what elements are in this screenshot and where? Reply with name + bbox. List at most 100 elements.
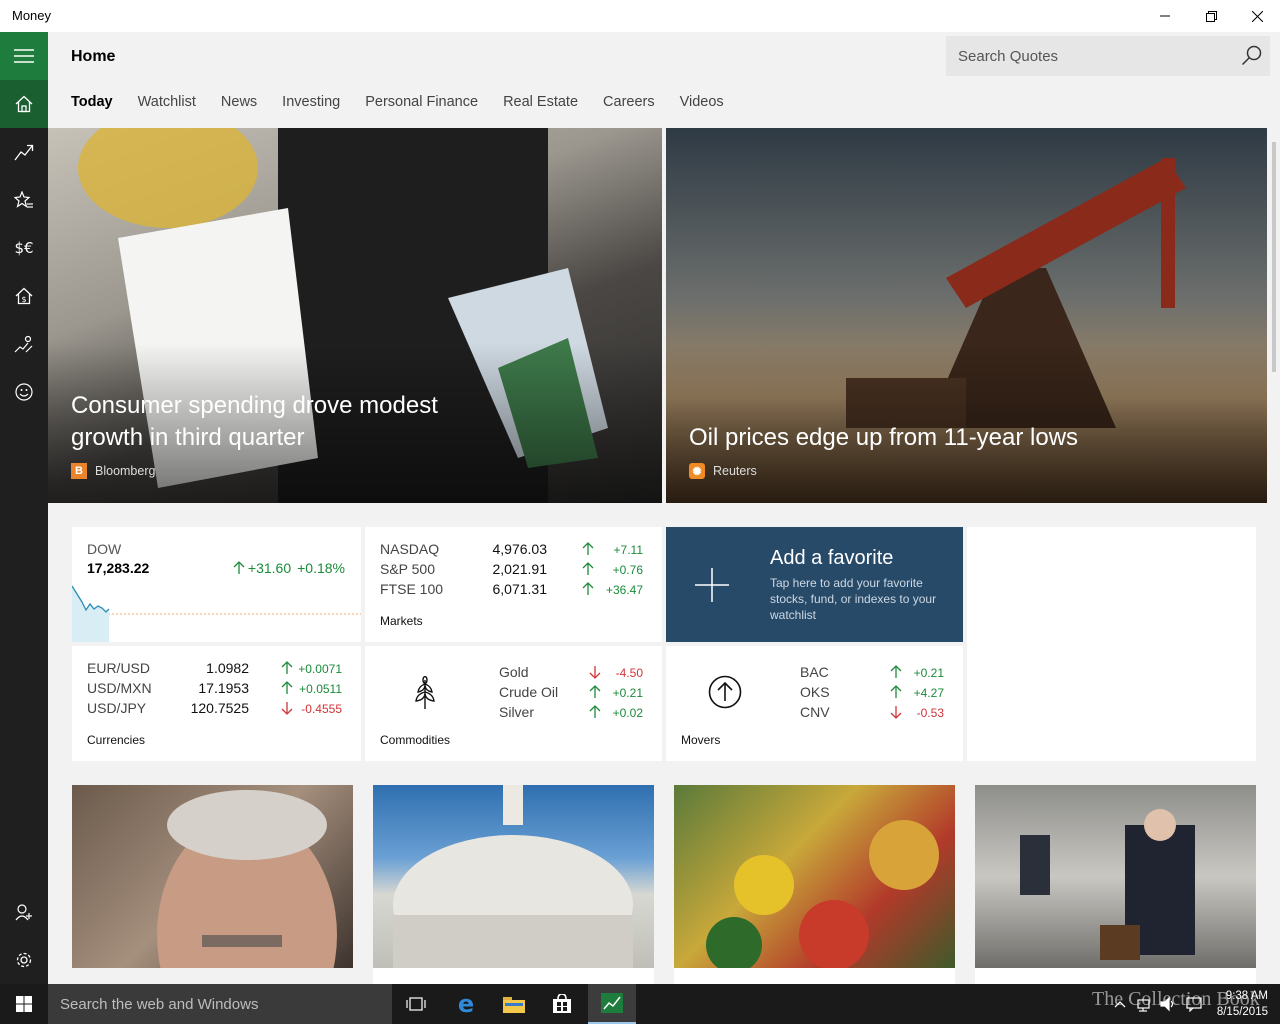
tab-news[interactable]: News xyxy=(221,94,257,110)
up-arrow-icon xyxy=(281,661,293,674)
start-button[interactable] xyxy=(0,984,48,1024)
markets-tile[interactable]: NASDAQ 4,976.03 +7.11 S&P 500 2,021.91 +… xyxy=(365,527,662,642)
store-button[interactable] xyxy=(538,984,586,1024)
restore-icon xyxy=(1205,10,1217,22)
mover-symbol: OKS xyxy=(800,684,830,700)
scrollbar-thumb[interactable] xyxy=(1272,142,1276,372)
file-explorer-button[interactable] xyxy=(490,984,538,1024)
watchlist-star-icon xyxy=(14,191,33,208)
search-button[interactable] xyxy=(1240,44,1264,68)
search-quotes-input[interactable] xyxy=(946,36,1236,76)
search-quotes-box xyxy=(946,36,1270,76)
commodities-tile[interactable]: Gold -4.50 Crude Oil +0.21 Silver +0.02 … xyxy=(365,646,662,761)
money-app-icon xyxy=(601,993,623,1013)
news-card-portrait[interactable] xyxy=(72,785,353,968)
commodity-change: +0.02 xyxy=(612,706,643,720)
up-arrow-icon xyxy=(582,582,594,595)
rail-item-currencies[interactable]: $€ xyxy=(0,224,48,272)
rail-item-retirement[interactable] xyxy=(0,320,48,368)
restore-button[interactable] xyxy=(1188,0,1234,32)
up-arrow-icon xyxy=(890,665,902,678)
retirement-icon xyxy=(14,335,33,353)
rail-item-feedback[interactable] xyxy=(0,368,48,416)
rail-item-settings[interactable] xyxy=(0,936,48,984)
tab-videos[interactable]: Videos xyxy=(680,94,724,110)
money-app-taskbar-button[interactable] xyxy=(588,984,636,1024)
dow-sparkline xyxy=(72,585,361,642)
market-value: 4,976.03 xyxy=(492,541,548,557)
news-card-capitol[interactable] xyxy=(373,785,654,968)
market-change: +7.11 xyxy=(613,543,643,557)
rail-item-mortgage[interactable]: $ xyxy=(0,272,48,320)
rail-item-home[interactable] xyxy=(0,80,48,128)
rail-item-account[interactable] xyxy=(0,888,48,936)
dow-change-percent: +0.18% xyxy=(297,560,345,576)
currency-rate: 17.1953 xyxy=(198,680,249,696)
news-card-businessmen[interactable] xyxy=(975,785,1256,968)
up-arrow-icon xyxy=(589,705,601,718)
tab-investing[interactable]: Investing xyxy=(282,94,340,110)
tab-today[interactable]: Today xyxy=(71,94,113,110)
market-value: 6,071.31 xyxy=(492,581,548,597)
hamburger-menu-icon xyxy=(14,49,34,63)
show-hidden-icons-icon[interactable] xyxy=(1112,996,1128,1012)
navigation-rail: $€ $ xyxy=(0,32,48,984)
clock-date: 8/15/2015 xyxy=(1216,1006,1268,1018)
favorite-title: Add a favorite xyxy=(770,547,894,569)
tab-real-estate[interactable]: Real Estate xyxy=(503,94,578,110)
wheat-icon xyxy=(415,676,435,709)
man-portrait-image xyxy=(157,790,337,968)
currency-change: +0.0511 xyxy=(299,682,342,696)
grocery-basket-image xyxy=(706,820,939,968)
hamburger-menu-button[interactable] xyxy=(0,32,48,80)
up-arrow-icon xyxy=(582,562,594,575)
close-button[interactable] xyxy=(1234,0,1280,32)
rail-item-markets[interactable] xyxy=(0,128,48,176)
store-bag-icon xyxy=(553,994,571,1013)
trend-chart-icon xyxy=(14,144,34,161)
tab-personal-finance[interactable]: Personal Finance xyxy=(365,94,478,110)
add-account-icon xyxy=(15,904,32,921)
edge-browser-button[interactable]: e xyxy=(442,984,490,1024)
currency-icon: $€ xyxy=(14,239,34,257)
action-center-icon[interactable] xyxy=(1186,996,1202,1012)
currency-pair: USD/MXN xyxy=(87,680,152,696)
network-icon[interactable] xyxy=(1137,996,1153,1012)
tab-careers[interactable]: Careers xyxy=(603,94,655,110)
hero-story-oil-prices[interactable]: Oil prices edge up from 11-year lows ✺ R… xyxy=(666,128,1267,503)
hero-headline: Consumer spending drove modest growth in… xyxy=(71,392,438,451)
currency-rate: 1.0982 xyxy=(206,660,249,676)
rail-item-watchlist[interactable] xyxy=(0,176,48,224)
add-favorite-tile[interactable]: Add a favorite Tap here to add your favo… xyxy=(666,527,963,642)
dow-tile[interactable]: DOW 17,283.22 +31.60 +0.18% xyxy=(72,527,361,642)
volume-icon[interactable] xyxy=(1160,996,1176,1012)
currency-rate: 120.7525 xyxy=(190,700,249,716)
hero-story-consumer-spending[interactable]: Consumer spending drove modest growth in… xyxy=(48,128,662,503)
section-tabs: Today Watchlist News Investing Personal … xyxy=(71,94,749,110)
up-arrow-icon xyxy=(281,681,293,694)
market-change: +0.76 xyxy=(612,563,643,577)
page-scrollbar[interactable] xyxy=(1268,128,1280,984)
movers-tile[interactable]: BAC +0.21 OKS +4.27 CNV -0.53 Movers xyxy=(666,646,963,761)
system-clock[interactable]: 9:38 AM 8/15/2015 xyxy=(1217,988,1268,1020)
windows-taskbar: e The Collection Book 9:38 AM 8/15/2015 xyxy=(0,984,1280,1024)
edge-icon: e xyxy=(457,990,475,1018)
down-arrow-icon xyxy=(281,702,293,715)
task-view-button[interactable] xyxy=(392,984,440,1024)
hero-source: ✺ Reuters xyxy=(689,463,757,479)
currencies-tile[interactable]: EUR/USD 1.0982 +0.0071 USD/MXN 17.1953 +… xyxy=(72,646,361,761)
tab-watchlist[interactable]: Watchlist xyxy=(138,94,196,110)
news-card-groceries[interactable] xyxy=(674,785,955,968)
taskbar-search-input[interactable] xyxy=(48,984,392,1024)
search-icon xyxy=(1241,45,1262,66)
dow-change-points: +31.60 xyxy=(247,560,292,576)
currency-change: +0.0071 xyxy=(298,662,342,676)
svg-text:$: $ xyxy=(21,295,26,304)
mover-change: +4.27 xyxy=(913,686,944,700)
minimize-button[interactable] xyxy=(1142,0,1188,32)
hero-source-name: Bloomberg xyxy=(95,464,156,478)
capitol-dome-image xyxy=(393,785,633,968)
hero-source: B Bloomberg xyxy=(71,463,155,479)
tile-label: Currencies xyxy=(87,733,146,747)
app-title: Money xyxy=(12,8,52,23)
